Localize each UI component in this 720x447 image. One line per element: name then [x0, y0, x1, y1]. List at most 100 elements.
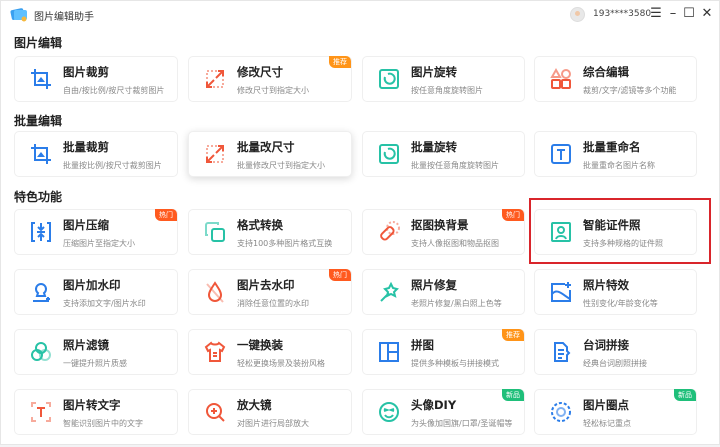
card-subtitle: 支持添加文字/图片水印 [63, 299, 146, 308]
close-icon[interactable]: ✕ [699, 5, 715, 23]
card-title: 批量改尺寸 [237, 140, 295, 154]
crop-icon [31, 69, 51, 89]
feature-card[interactable]: 图片去水印 消除任意位置的水印 热门 [188, 269, 352, 315]
card-subtitle: 支持人像抠图和物品抠图 [411, 239, 499, 248]
card-subtitle: 轻松更换场景及装扮风格 [237, 359, 325, 368]
card-subtitle: 消除任意位置的水印 [237, 299, 309, 308]
card-badge: 新品 [674, 389, 696, 401]
feature-card[interactable]: 图片旋转 按任意角度旋转图片 [362, 56, 525, 102]
feature-card[interactable]: 批量重命名 批量重命名图片名称 [534, 131, 697, 177]
collage-icon [379, 342, 399, 362]
feature-card[interactable]: 抠图换背景 支持人像抠图和物品抠图 热门 [362, 209, 525, 255]
circle-mark-icon [551, 402, 571, 422]
card-subtitle: 老照片修复/黑白照上色等 [411, 299, 502, 308]
feature-card[interactable]: 批量裁剪 批量按比例/按尺寸裁剪图片 [14, 131, 178, 177]
card-subtitle: 修改尺寸到指定大小 [237, 86, 309, 95]
card-title: 图片加水印 [63, 278, 121, 292]
card-subtitle: 批量按比例/按尺寸裁剪图片 [63, 161, 162, 170]
feature-card[interactable]: 台词拼接 经典台词剧照拼接 [534, 329, 697, 375]
card-title: 批量旋转 [411, 140, 457, 154]
shirt-icon [204, 341, 226, 362]
card-title: 批量重命名 [583, 140, 641, 154]
section-title: 特色功能 [14, 190, 63, 204]
card-title: 批量裁剪 [63, 140, 109, 154]
feature-card[interactable]: 修改尺寸 修改尺寸到指定大小 推荐 [188, 56, 352, 102]
card-badge: 新品 [502, 389, 524, 401]
card-title: 修改尺寸 [237, 65, 283, 79]
card-badge: 热门 [329, 269, 351, 281]
app-window: 图片编辑助手 193****3580 ☰ – ☐ ✕ 图片编辑 图片裁剪 自由/… [0, 0, 720, 445]
feature-card[interactable]: 拼图 提供多种模板与拼接模式 推荐 [362, 329, 525, 375]
shapes-icon [550, 67, 571, 89]
card-title: 图片去水印 [237, 278, 295, 292]
effect-icon [551, 282, 571, 302]
section-title: 批量编辑 [14, 114, 63, 128]
rename-icon [551, 144, 571, 164]
card-title: 照片特效 [583, 278, 629, 292]
card-subtitle: 批量修改尺寸到指定大小 [237, 161, 325, 170]
feature-card[interactable]: 图片加水印 支持添加文字/图片水印 [14, 269, 178, 315]
cutout-icon [380, 221, 400, 241]
app-title: 图片编辑助手 [34, 12, 94, 23]
highlight-box [529, 198, 711, 264]
card-title: 综合编辑 [583, 65, 629, 79]
feature-card[interactable]: 格式转换 支持100多种图片格式互换 [188, 209, 352, 255]
card-subtitle: 性别变化/年龄变化等 [583, 299, 658, 308]
card-title: 头像DIY [411, 398, 457, 412]
user-phone[interactable]: 193****3580 [593, 9, 651, 19]
card-subtitle: 一键提升照片质感 [63, 359, 127, 368]
card-title: 台词拼接 [583, 338, 629, 352]
convert-icon [205, 222, 225, 242]
feature-card[interactable]: 一键换装 轻松更换场景及装扮风格 [188, 329, 352, 375]
card-subtitle: 裁剪/文字/滤镜等多个功能 [583, 86, 677, 95]
stamp-icon [33, 283, 50, 302]
card-title: 一键换装 [237, 338, 283, 352]
feature-card[interactable]: 头像DIY 为头像加国旗/口罩/圣诞帽等 新品 [362, 389, 525, 435]
card-subtitle: 压缩图片至指定大小 [63, 239, 135, 248]
menu-icon[interactable]: ☰ [648, 5, 664, 23]
card-badge: 推荐 [502, 329, 524, 341]
card-title: 图片裁剪 [63, 65, 109, 79]
ocr-icon [31, 402, 51, 422]
feature-card[interactable]: 照片滤镜 一键提升照片质感 [14, 329, 178, 375]
feature-card[interactable]: 图片压缩 压缩图片至指定大小 热门 [14, 209, 178, 255]
section-title: 图片编辑 [14, 36, 63, 50]
maximize-icon[interactable]: ☐ [681, 5, 697, 23]
card-subtitle: 支持100多种图片格式互换 [237, 239, 333, 248]
compress-icon [31, 222, 51, 242]
feature-card[interactable]: 照片特效 性别变化/年龄变化等 [534, 269, 697, 315]
card-title: 图片圈点 [583, 398, 629, 412]
feature-card[interactable]: 综合编辑 裁剪/文字/滤镜等多个功能 [534, 56, 697, 102]
magnifier-icon [206, 403, 225, 422]
smiley-icon [379, 402, 399, 422]
card-title: 拼图 [411, 338, 434, 352]
crop-icon [31, 144, 51, 164]
card-subtitle: 自由/按比例/按尺寸裁剪图片 [63, 86, 165, 95]
card-subtitle: 提供多种模板与拼接模式 [411, 359, 499, 368]
card-subtitle: 对图片进行局部放大 [237, 419, 309, 428]
rotate-icon [379, 69, 399, 89]
feature-card[interactable]: 图片圈点 轻松标记重点 新品 [534, 389, 697, 435]
app-logo-icon [10, 8, 27, 22]
card-title: 照片修复 [411, 278, 457, 292]
card-title: 图片旋转 [411, 65, 457, 79]
card-badge: 热门 [155, 209, 177, 221]
card-title: 格式转换 [237, 218, 283, 232]
feature-card[interactable]: 放大镜 对图片进行局部放大 [188, 389, 352, 435]
feature-card[interactable]: 批量改尺寸 批量修改尺寸到指定大小 [188, 131, 352, 177]
card-badge: 推荐 [329, 56, 351, 68]
magic-wand-icon [380, 281, 399, 302]
minimize-icon[interactable]: – [665, 5, 681, 23]
drop-icon [206, 281, 224, 303]
feature-card[interactable]: 批量旋转 批量按任意角度旋转图片 [362, 131, 525, 177]
feature-card[interactable]: 照片修复 老照片修复/黑白照上色等 [362, 269, 525, 315]
script-icon [554, 342, 571, 362]
title-bar: 图片编辑助手 193****3580 ☰ – ☐ ✕ [1, 1, 720, 29]
user-avatar[interactable] [570, 7, 585, 22]
card-subtitle: 经典台词剧照拼接 [583, 359, 647, 368]
card-subtitle: 轻松标记重点 [583, 419, 631, 428]
feature-card[interactable]: 图片裁剪 自由/按比例/按尺寸裁剪图片 [14, 56, 178, 102]
feature-card[interactable]: 图片转文字 智能识别图片中的文字 [14, 389, 178, 435]
filter-icon [31, 342, 51, 361]
card-subtitle: 智能识别图片中的文字 [63, 419, 143, 428]
